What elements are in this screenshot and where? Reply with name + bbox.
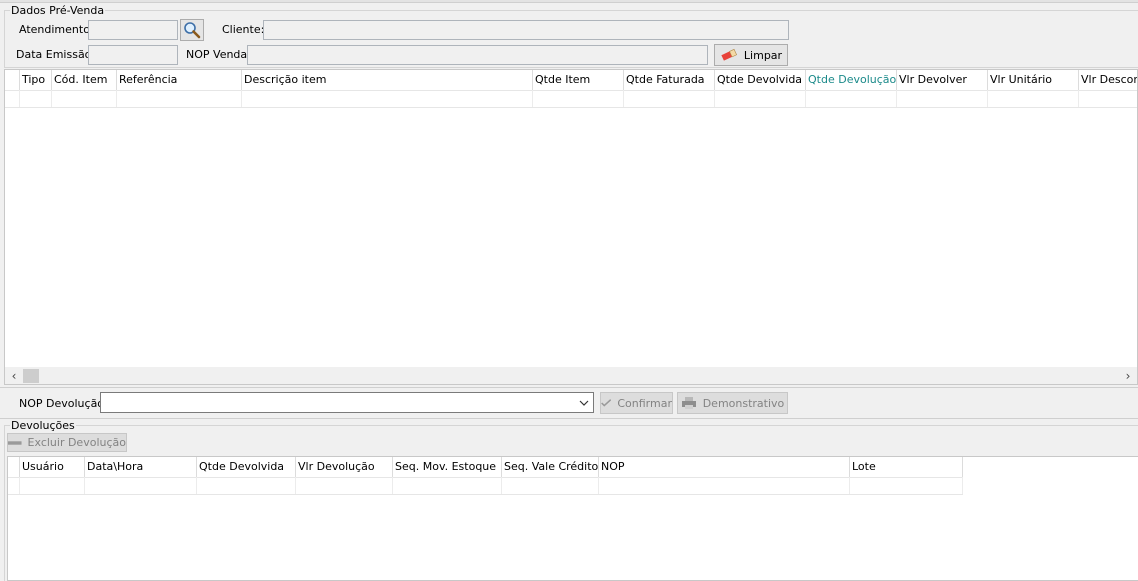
column-header[interactable]: Tipo (20, 70, 52, 90)
magnifier-icon (184, 22, 201, 39)
scroll-left-icon[interactable]: ‹ (5, 369, 23, 383)
limpar-label: Limpar (743, 48, 783, 62)
divider (0, 418, 1138, 419)
top-strip (0, 0, 1138, 3)
items-grid[interactable]: Tipo Cód. Item Referência Descrição item… (4, 69, 1138, 385)
column-header[interactable]: Vlr Devolver (897, 70, 988, 90)
data-emissao-field[interactable] (88, 45, 178, 65)
column-header[interactable]: Vlr Unitário (988, 70, 1079, 90)
atendimento-field[interactable] (88, 20, 178, 40)
nop-devolucao-select[interactable] (100, 392, 594, 413)
confirmar-label: Confirmar (617, 396, 672, 410)
scroll-right-icon[interactable]: › (1119, 369, 1137, 383)
column-header[interactable]: Data\Hora (85, 457, 197, 477)
column-header[interactable]: NOP (599, 457, 850, 477)
eraser-icon (721, 48, 737, 61)
excluir-devolucao-button[interactable]: Excluir Devolução (7, 433, 127, 452)
scroll-thumb[interactable] (23, 368, 39, 383)
horizontal-scrollbar[interactable]: ‹ › (5, 367, 1137, 384)
data-emissao-label: Data Emissão: (16, 48, 96, 61)
devolucoes-title: Devoluções (10, 419, 76, 432)
items-grid-header: Tipo Cód. Item Referência Descrição item… (5, 70, 1137, 91)
column-header[interactable]: Descrição item (242, 70, 533, 90)
minus-icon (8, 440, 22, 445)
column-header[interactable]: Vlr Descont (1079, 70, 1137, 90)
column-header[interactable]: Vlr Devolução (296, 457, 393, 477)
demonstrativo-label: Demonstrativo (702, 396, 785, 410)
pre-venda-title: Dados Pré-Venda (10, 4, 106, 17)
table-row[interactable] (8, 477, 963, 495)
limpar-button[interactable]: Limpar (714, 44, 788, 66)
row-indicator-header (8, 457, 20, 477)
nop-venda-label: NOP Venda: (186, 48, 251, 61)
column-header-active[interactable]: Qtde Devolução (806, 70, 897, 90)
checkmark-icon (601, 399, 612, 407)
cliente-field[interactable] (263, 20, 789, 40)
devolucoes-grid-header: Usuário Data\Hora Qtde Devolvida Vlr Dev… (8, 457, 963, 478)
table-row[interactable] (5, 90, 1137, 108)
nop-devolucao-label: NOP Devolução: (19, 397, 108, 410)
column-header[interactable]: Seq. Vale Crédito (502, 457, 599, 477)
excluir-devolucao-label: Excluir Devolução (27, 436, 126, 449)
column-header[interactable]: Cód. Item (52, 70, 117, 90)
column-header[interactable]: Referência (117, 70, 242, 90)
column-header[interactable]: Qtde Devolvida (715, 70, 806, 90)
column-header[interactable]: Seq. Mov. Estoque (393, 457, 502, 477)
column-header[interactable]: Qtde Faturada (624, 70, 715, 90)
demonstrativo-button[interactable]: Demonstrativo (677, 392, 788, 414)
chevron-down-icon (579, 400, 589, 406)
cliente-label: Cliente: (222, 23, 265, 36)
nop-venda-field[interactable] (247, 45, 708, 65)
atendimento-label: Atendimento: (19, 23, 94, 36)
column-header[interactable]: Qtde Item (533, 70, 624, 90)
search-atendimento-button[interactable] (180, 19, 204, 41)
row-indicator-header (5, 70, 20, 90)
column-header[interactable]: Lote (850, 457, 963, 477)
divider (0, 387, 1138, 388)
devolucoes-grid[interactable]: Usuário Data\Hora Qtde Devolvida Vlr Dev… (7, 456, 1138, 581)
column-header[interactable]: Usuário (20, 457, 85, 477)
confirmar-button[interactable]: Confirmar (600, 392, 673, 414)
printer-icon (681, 397, 696, 409)
column-header[interactable]: Qtde Devolvida (197, 457, 296, 477)
